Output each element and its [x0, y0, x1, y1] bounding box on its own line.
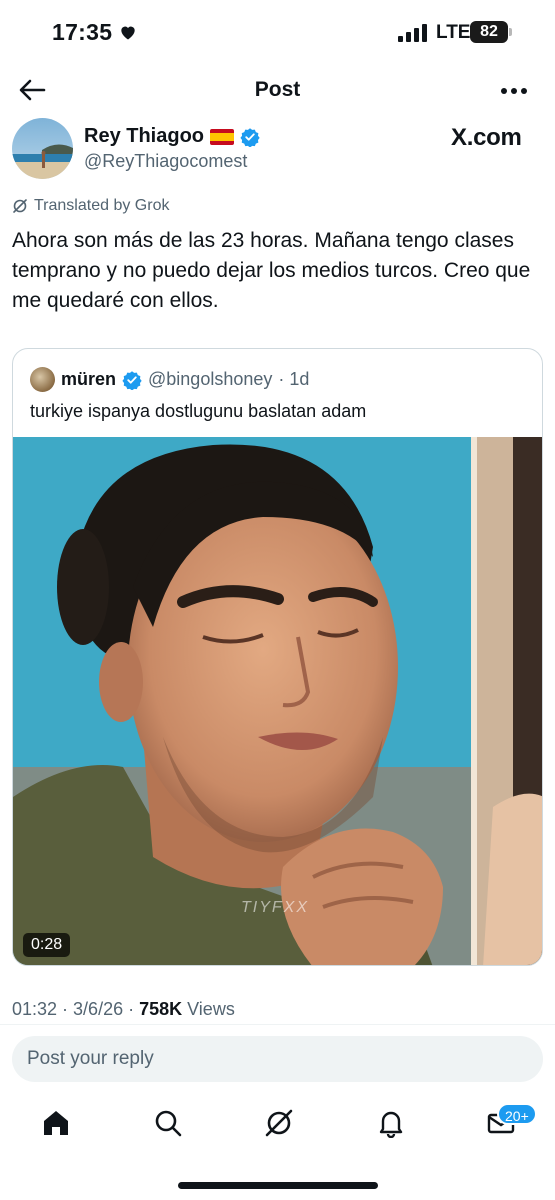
grok-icon	[13, 199, 27, 213]
messages-badge: 20+	[497, 1103, 537, 1125]
video-duration: 0:28	[23, 933, 71, 957]
battery-cap	[509, 28, 512, 36]
translation-label[interactable]: Translated by Grok	[12, 197, 169, 215]
quoted-post-header: müren @bingolshoney · 1d	[30, 367, 309, 392]
xcom-watermark: X.com	[451, 124, 522, 151]
author-avatar[interactable]	[12, 118, 73, 179]
bottom-nav	[0, 1092, 555, 1158]
status-time: 17:35	[52, 19, 113, 45]
divider	[0, 1024, 555, 1025]
signal-icon	[398, 24, 427, 42]
battery-indicator: 82	[470, 21, 508, 43]
post-timestamp: 01:32 · 3/6/26 ·	[12, 999, 140, 1019]
network-label: LTE	[436, 22, 471, 43]
post-text: Ahora son más de las 23 horas. Mañana te…	[12, 229, 531, 312]
quoted-video[interactable]: TIYFXX 0:28	[13, 437, 542, 965]
quoted-avatar[interactable]	[30, 367, 55, 392]
quoted-post-time: · 1d	[278, 369, 310, 389]
home-indicator	[178, 1182, 378, 1189]
video-watermark: TIYFXX	[241, 899, 310, 916]
verified-icon	[122, 370, 142, 390]
quoted-author-name[interactable]: müren	[61, 369, 116, 390]
quoted-author-handle[interactable]: @bingolshoney	[148, 369, 272, 390]
post-meta: 01:32 · 3/6/26 · 758K Views	[12, 999, 235, 1020]
author-name[interactable]: Rey Thiagoo	[84, 125, 260, 148]
video-thumbnail	[13, 437, 542, 965]
quoted-post-text: turkiye ispanya dostlugunu baslatan adam	[30, 401, 367, 421]
author-display-name: Rey Thiagoo	[84, 125, 205, 147]
page-title: Post	[254, 78, 301, 101]
more-icon[interactable]	[500, 87, 528, 95]
author-handle[interactable]: @ReyThiagocomest	[84, 151, 247, 172]
reply-placeholder: Post your reply	[27, 1048, 154, 1069]
heart-icon	[121, 26, 135, 40]
verified-icon	[240, 127, 260, 147]
quoted-post[interactable]: müren @bingolshoney · 1d turkiye ispanya…	[12, 348, 543, 966]
translation-text: Translated by Grok	[34, 197, 170, 214]
home-icon[interactable]	[41, 1108, 71, 1138]
status-bar: 17:35 LTE 82	[0, 0, 555, 68]
views-count[interactable]: 758K	[139, 999, 182, 1019]
search-icon[interactable]	[153, 1108, 183, 1138]
grok-nav-icon[interactable]	[264, 1108, 294, 1138]
views-label: Views	[182, 999, 235, 1019]
post-header: Post	[0, 68, 555, 112]
reply-input[interactable]: Post your reply	[12, 1036, 543, 1082]
notifications-icon[interactable]	[376, 1108, 406, 1138]
spain-flag-icon	[210, 128, 235, 145]
